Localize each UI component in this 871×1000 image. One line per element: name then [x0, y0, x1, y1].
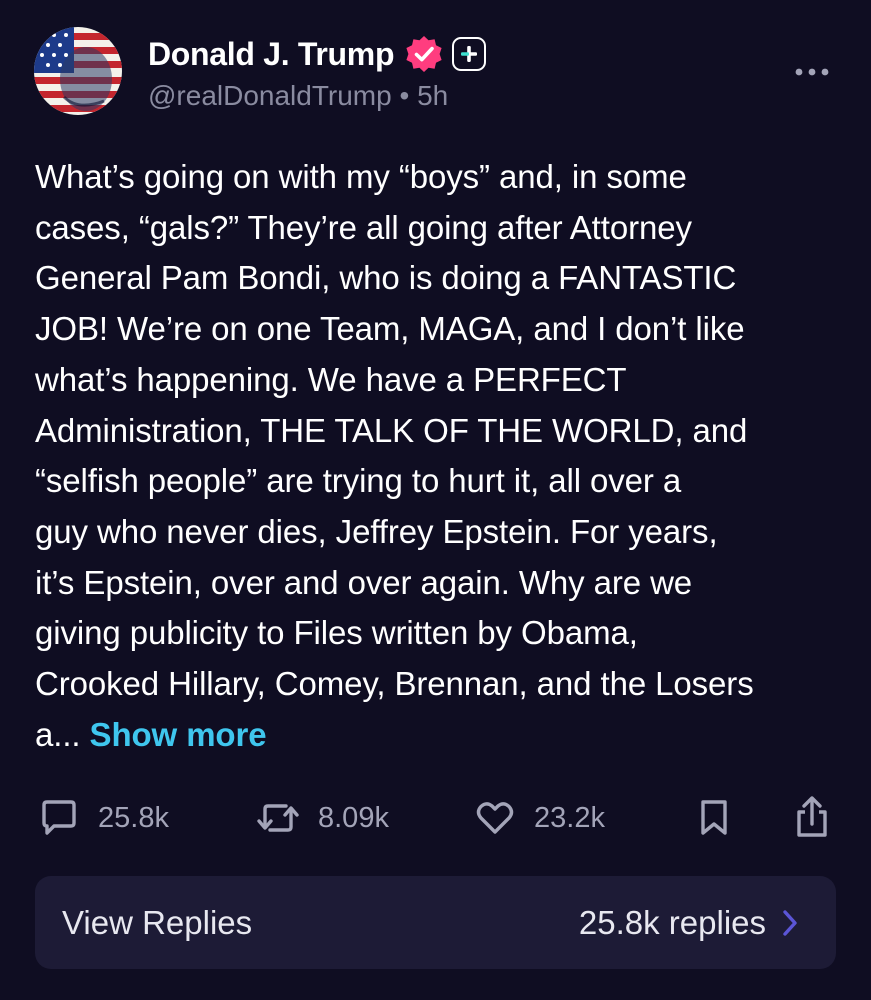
share-button[interactable]: [790, 790, 834, 846]
reply-count: 25.8k: [98, 801, 169, 834]
view-replies-bar[interactable]: View Replies 25.8k replies: [35, 876, 836, 969]
chevron-right-icon: [783, 910, 797, 936]
post-time: 5h: [417, 80, 449, 111]
reply-bubble-icon: [42, 800, 76, 835]
post-header: Donald J. Trump @realDonaldTrump • 5h: [0, 0, 871, 130]
bookmark-button[interactable]: [694, 790, 734, 846]
view-replies-label: View Replies: [62, 904, 253, 941]
repost-button[interactable]: 8.09k: [256, 790, 389, 846]
bookmark-icon: [701, 800, 727, 835]
repost-count: 8.09k: [318, 801, 389, 834]
handle-separator: •: [399, 80, 410, 111]
action-bar: 25.8k 8.09k 23.2k: [0, 790, 871, 846]
handle-row: @realDonaldTrump • 5h: [148, 80, 448, 112]
author-handle[interactable]: @realDonaldTrump: [148, 80, 392, 111]
like-button[interactable]: 23.2k: [474, 790, 605, 846]
repost-icon: [257, 804, 299, 832]
replies-count-text: 25.8k replies: [578, 904, 766, 941]
plus-badge-icon: [452, 37, 487, 71]
avatar[interactable]: [34, 27, 122, 115]
post-body: What’s going on with my “boys” and, in s…: [35, 152, 845, 760]
avatar-image: [34, 27, 122, 115]
show-more-link[interactable]: Show more: [90, 716, 267, 753]
reply-button[interactable]: 25.8k: [38, 790, 169, 846]
more-options-icon[interactable]: [792, 62, 832, 82]
verified-badge-icon: [404, 34, 444, 74]
heart-icon: [476, 802, 514, 834]
author-name[interactable]: Donald J. Trump: [148, 36, 395, 73]
like-count: 23.2k: [534, 801, 605, 834]
post-text: What’s going on with my “boys” and, in s…: [35, 158, 754, 753]
author-row: Donald J. Trump: [148, 34, 487, 74]
share-icon: [797, 796, 827, 837]
